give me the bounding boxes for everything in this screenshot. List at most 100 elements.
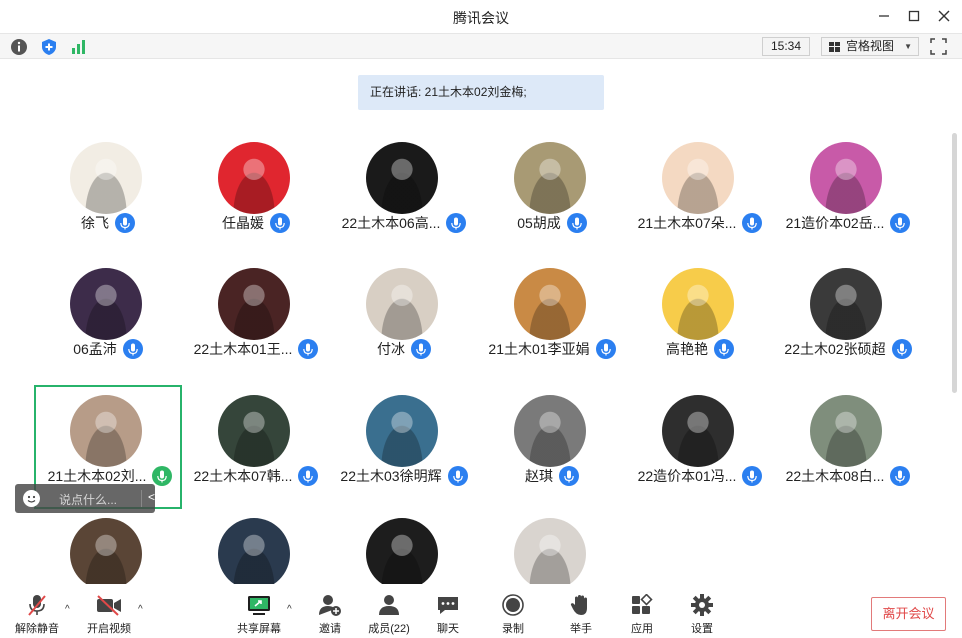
start-video-button[interactable]: 开启视频 (86, 584, 132, 638)
participant-tile[interactable]: 05胡成 (478, 132, 626, 256)
avatar (218, 268, 290, 340)
participant-name-row: 高艳艳 (626, 338, 774, 360)
participant-name: 赵琪 (525, 468, 553, 484)
participant-name: 22土木本08白... (785, 468, 885, 484)
chat-label: 聊天 (437, 623, 459, 635)
microphone-icon (566, 213, 587, 233)
network-signal-icon[interactable] (70, 38, 88, 56)
share-screen-button[interactable]: 共享屏幕 (236, 584, 282, 638)
avatar (218, 395, 290, 467)
scrollbar[interactable] (952, 133, 957, 393)
invite-label: 邀请 (319, 623, 341, 635)
chat-placeholder: 说点什么... (59, 493, 118, 507)
participant-tile[interactable]: 高艳艳 (626, 258, 774, 382)
microphone-icon (298, 339, 319, 359)
avatar (662, 142, 734, 214)
participant-name: 任晶媛 (222, 215, 264, 231)
microphone-icon (891, 339, 912, 359)
avatar (662, 268, 734, 340)
microphone-active-icon (152, 466, 173, 486)
participant-name: 06孟沛 (73, 341, 117, 357)
audio-options-caret-icon[interactable]: ^ (65, 604, 70, 615)
share-options-caret-icon[interactable]: ^ (287, 604, 292, 615)
participant-tile[interactable]: 任晶媛 (182, 132, 330, 256)
avatar (810, 268, 882, 340)
microphone-muted-icon (28, 595, 46, 616)
title-bar: 腾讯会议 (0, 0, 962, 32)
apps-button[interactable]: 应用 (620, 584, 664, 638)
participant-name: 徐飞 (81, 215, 109, 231)
microphone-icon (742, 466, 763, 486)
raise-hand-icon (570, 595, 587, 615)
invite-button[interactable]: 邀请 (308, 584, 352, 638)
microphone-icon (122, 339, 143, 359)
video-options-caret-icon[interactable]: ^ (138, 604, 143, 615)
info-icon[interactable] (10, 38, 28, 56)
raise-hand-button[interactable]: 举手 (559, 584, 603, 638)
settings-button[interactable]: 设置 (680, 584, 724, 638)
microphone-icon (411, 339, 431, 359)
unmute-button[interactable]: 解除静音 (14, 584, 60, 638)
share-screen-label: 共享屏幕 (237, 623, 281, 635)
participant-name: 21土木本02刘... (47, 468, 147, 484)
bottom-toolbar: 解除静音 ^ 开启视频 ^ 共享屏幕 ^ 邀请 成员(22) 聊天 录制 举手 … (0, 584, 962, 638)
members-label: 成员(22) (368, 623, 410, 635)
avatar (366, 518, 438, 590)
chevron-down-icon: ▼ (904, 42, 912, 51)
participant-name: 22造价本01冯... (637, 468, 737, 484)
participant-name-row: 徐飞 (34, 212, 182, 234)
participant-tile[interactable]: 22土木本01王... (182, 258, 330, 382)
participant-name: 21土木01李亚娟 (488, 341, 590, 357)
avatar (514, 142, 586, 214)
avatar (70, 268, 142, 340)
microphone-icon (714, 339, 734, 359)
view-mode-label: 宫格视图 (846, 39, 895, 53)
avatar (662, 395, 734, 467)
participant-tile[interactable]: 21土木01李亚娟 (478, 258, 626, 382)
meeting-clock: 15:34 (762, 37, 810, 56)
participant-tile[interactable]: 22土木02张硕超 (774, 258, 922, 382)
leave-meeting-button[interactable]: 离开会议 (871, 597, 946, 631)
participant-tile[interactable]: 22造价本01冯... (626, 385, 774, 509)
unmute-label: 解除静音 (15, 623, 59, 635)
chat-button[interactable]: 聊天 (426, 584, 470, 638)
emoji-icon[interactable] (23, 490, 40, 507)
participant-name-row: 06孟沛 (34, 338, 182, 360)
participant-name: 22土木本07韩... (193, 468, 293, 484)
record-button[interactable]: 录制 (491, 584, 535, 638)
members-button[interactable]: 成员(22) (366, 584, 412, 638)
chevron-left-icon[interactable]: < (148, 490, 155, 504)
participant-tile[interactable]: 赵琪 (478, 385, 626, 509)
microphone-icon (447, 466, 468, 486)
microphone-icon (890, 466, 911, 486)
participant-tile[interactable]: 21造价本02岳... (774, 132, 922, 256)
participant-tile[interactable]: 徐飞 (34, 132, 182, 256)
security-shield-icon[interactable] (40, 38, 58, 56)
participant-tile[interactable]: 22土木03徐明辉 (330, 385, 478, 509)
close-icon[interactable] (934, 6, 954, 26)
participant-tile[interactable]: 付冰 (330, 258, 478, 382)
participant-name: 21土木本07朵... (637, 215, 737, 231)
avatar (810, 142, 882, 214)
avatar (366, 268, 438, 340)
participant-name: 22土木本01王... (193, 341, 293, 357)
participant-tile[interactable]: 22土木本07韩... (182, 385, 330, 509)
participant-tile[interactable]: 06孟沛 (34, 258, 182, 382)
minimize-icon[interactable] (874, 6, 894, 26)
fullscreen-icon[interactable] (930, 38, 947, 55)
chat-bubble-icon (438, 597, 458, 614)
participant-name: 05胡成 (517, 215, 561, 231)
maximize-icon[interactable] (904, 6, 924, 26)
participant-tile[interactable]: 22土木本06高... (330, 132, 478, 256)
settings-label: 设置 (691, 623, 713, 635)
invite-user-icon (319, 595, 341, 616)
record-icon (502, 594, 524, 616)
view-mode-dropdown[interactable]: 宫格视图 ▼ (821, 37, 919, 56)
participant-tile[interactable]: 21土木本07朵... (626, 132, 774, 256)
participant-name-row: 22土木本06高... (330, 212, 478, 234)
participant-name-row: 22土木02张硕超 (774, 338, 922, 360)
chat-quick-input[interactable]: 说点什么... < (15, 484, 155, 513)
camera-off-icon (97, 595, 121, 616)
participant-name-row: 22土木本07韩... (182, 465, 330, 487)
participant-tile[interactable]: 22土木本08白... (774, 385, 922, 509)
